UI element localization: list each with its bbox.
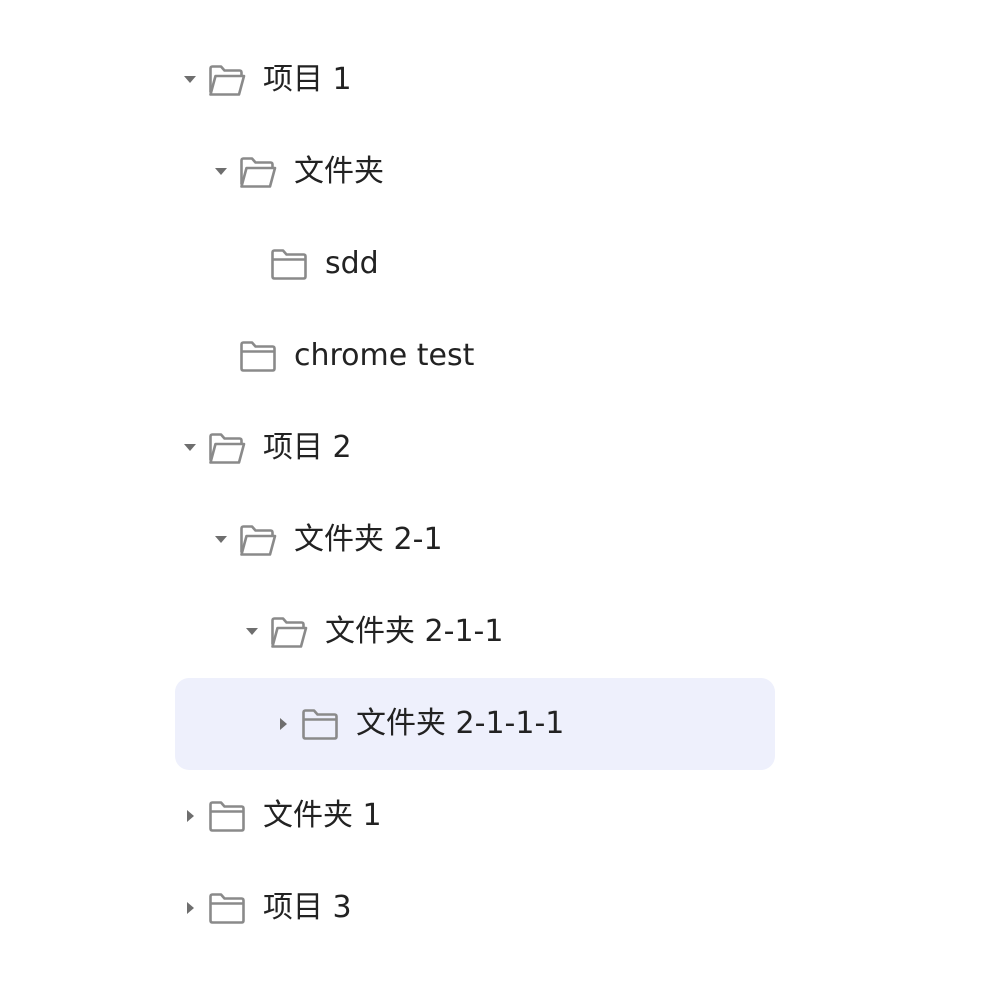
folder-icon (301, 707, 339, 740)
tree-node-label: 文件夹 1 (263, 798, 382, 833)
tree-node[interactable]: 文件夹 2-1-1 (175, 586, 775, 678)
tree-node[interactable]: 项目 1 (175, 34, 775, 126)
tree-node[interactable]: 文件夹 (175, 126, 775, 218)
caret-down-icon[interactable] (182, 402, 198, 494)
folder-tree: 项目 1 文件夹 sdd chrome test 项目 2 文件夹 2-1 文件夹 2-1-… (175, 34, 775, 954)
folder-open-icon (208, 63, 246, 96)
folder-open-icon (239, 155, 277, 188)
tree-node[interactable]: 项目 2 (175, 402, 775, 494)
tree-node-label: chrome test (294, 338, 475, 373)
folder-icon (239, 339, 277, 372)
folder-icon (208, 799, 246, 832)
tree-node[interactable]: 文件夹 2-1 (175, 494, 775, 586)
caret-right-icon[interactable] (275, 678, 291, 770)
tree-node-label: 文件夹 (294, 154, 384, 189)
tree-node[interactable]: 项目 3 (175, 862, 775, 954)
tree-node-label: 项目 1 (263, 62, 352, 97)
caret-down-icon[interactable] (213, 494, 229, 586)
tree-node-label: sdd (325, 246, 379, 281)
caret-down-icon[interactable] (182, 34, 198, 126)
tree-node-selected[interactable]: 文件夹 2-1-1-1 (175, 678, 775, 770)
caret-down-icon[interactable] (213, 126, 229, 218)
folder-open-icon (208, 431, 246, 464)
folder-icon (270, 247, 308, 280)
tree-node-label: 文件夹 2-1-1 (325, 614, 504, 649)
caret-right-icon[interactable] (182, 862, 198, 954)
tree-node-label: 项目 3 (263, 890, 352, 925)
folder-open-icon (239, 523, 277, 556)
tree-node[interactable]: sdd (175, 218, 775, 310)
tree-node-label: 文件夹 2-1 (294, 522, 443, 557)
caret-down-icon[interactable] (244, 586, 260, 678)
folder-icon (208, 891, 246, 924)
tree-node-label: 文件夹 2-1-1-1 (356, 706, 565, 741)
tree-node[interactable]: 文件夹 1 (175, 770, 775, 862)
folder-open-icon (270, 615, 308, 648)
tree-node-label: 项目 2 (263, 430, 352, 465)
caret-right-icon[interactable] (182, 770, 198, 862)
tree-node[interactable]: chrome test (175, 310, 775, 402)
